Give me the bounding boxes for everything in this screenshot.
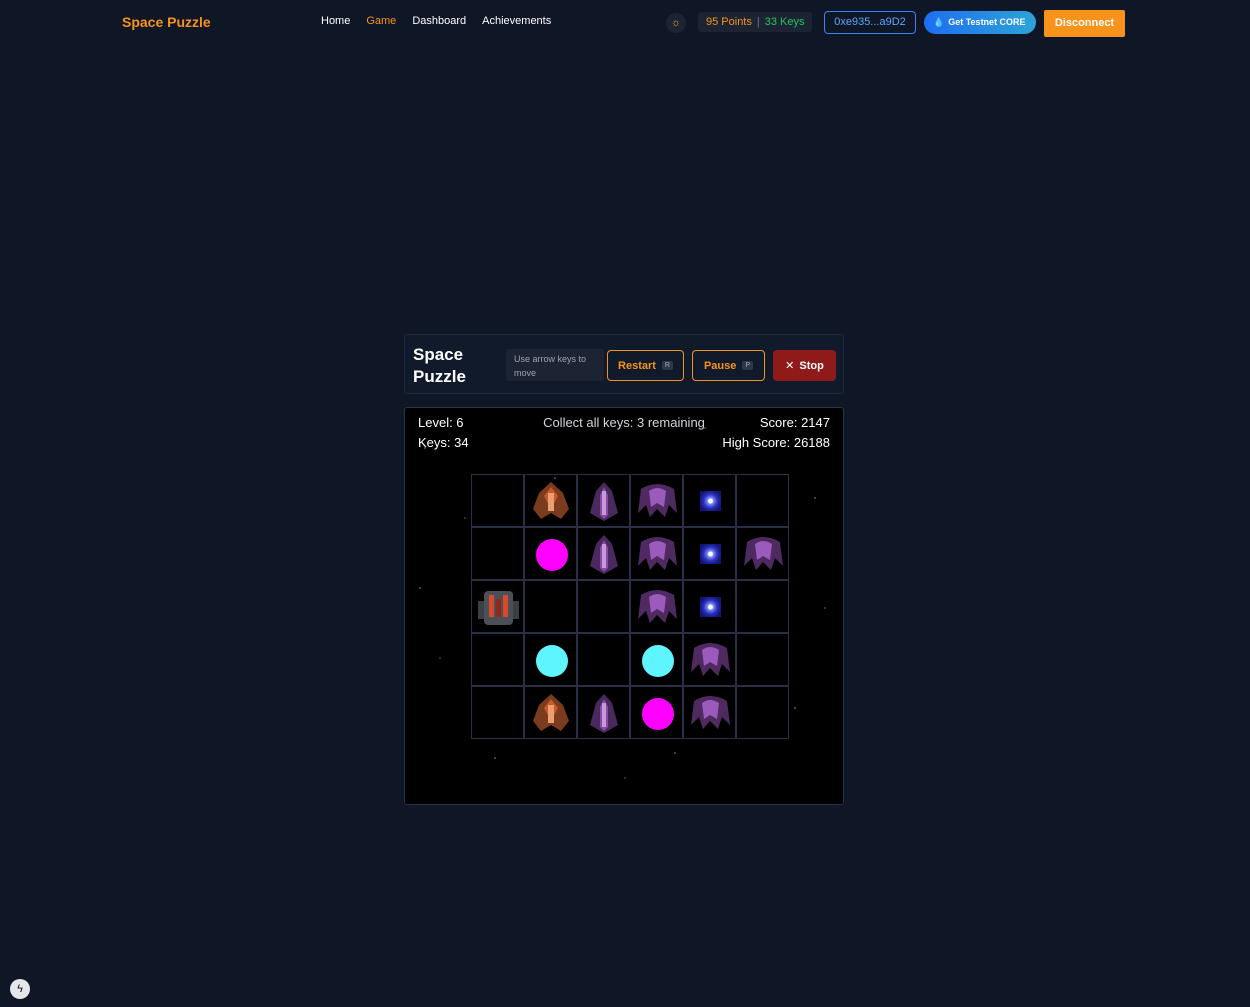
grid-cell — [524, 633, 577, 686]
grid-cell — [471, 527, 524, 580]
pause-button[interactable]: Pause P — [692, 350, 765, 381]
faucet-label: Get Testnet CORE — [948, 17, 1026, 27]
pause-shortcut: P — [742, 361, 754, 370]
restart-shortcut: R — [661, 361, 673, 370]
grid-cell — [577, 580, 630, 633]
purple-crab-icon — [688, 691, 733, 736]
restart-button[interactable]: Restart R — [607, 350, 684, 381]
grid-cell — [736, 580, 789, 633]
grid-cell — [577, 633, 630, 686]
red-ship-icon — [529, 479, 574, 524]
nav-home[interactable]: Home — [321, 15, 350, 27]
cyan-orb — [536, 645, 568, 677]
grid-cell — [577, 686, 630, 739]
grid-cell — [524, 580, 577, 633]
game-board[interactable]: Level: 6 Keys: 34 Collect all keys: 3 re… — [404, 407, 844, 805]
grid-cell — [683, 686, 736, 739]
purple-fighter-icon — [582, 479, 627, 524]
stop-label: Stop — [799, 359, 824, 372]
droplet-icon: 💧 — [933, 17, 945, 27]
grid-cell — [471, 474, 524, 527]
restart-label: Restart — [618, 359, 656, 372]
purple-crab-icon — [741, 532, 786, 577]
keys-count: 33 Keys — [764, 16, 805, 28]
grid-cell — [630, 527, 683, 580]
purple-crab-icon — [688, 638, 733, 683]
magenta-orb — [642, 698, 674, 730]
grid-cell — [630, 580, 683, 633]
grid-cell — [683, 580, 736, 633]
grid-cell — [524, 527, 577, 580]
purple-fighter-icon — [582, 532, 627, 577]
grid-cell — [471, 633, 524, 686]
purple-fighter-icon — [582, 691, 627, 736]
game-title: Space Puzzle — [413, 345, 466, 386]
grid-cell — [630, 686, 683, 739]
top-navbar: Space Puzzle Home Game Dashboard Achieve… — [0, 0, 1250, 46]
nav-dashboard[interactable]: Dashboard — [412, 15, 466, 27]
grid-cell — [630, 474, 683, 527]
main-nav: Home Game Dashboard Achievements — [321, 15, 551, 27]
points-count: 95 Points — [706, 16, 752, 28]
grid-cell — [524, 686, 577, 739]
hud-keys: Keys: 34 — [418, 435, 469, 450]
grid-cell — [683, 633, 736, 686]
stats-divider: | — [756, 16, 760, 28]
nav-achievements[interactable]: Achievements — [482, 15, 551, 27]
grid-cell — [471, 686, 524, 739]
puzzle-grid — [471, 474, 790, 740]
hud-high-score: High Score: 26188 — [722, 435, 830, 450]
magenta-orb — [536, 539, 568, 571]
grid-cell — [630, 633, 683, 686]
key-crystal-icon — [700, 597, 721, 617]
grid-cell — [736, 527, 789, 580]
grid-cell — [577, 474, 630, 527]
game-control-panel: Space Puzzle Use arrow keys to move Rest… — [404, 334, 844, 394]
grid-cell — [736, 686, 789, 739]
grid-cell — [736, 633, 789, 686]
grid-cell — [471, 580, 524, 633]
hud-score: Score: 2147 — [759, 415, 830, 430]
grid-cell — [683, 527, 736, 580]
close-icon: ✕ — [785, 360, 795, 372]
stop-button[interactable]: ✕ Stop — [773, 350, 836, 381]
purple-crab-icon — [635, 532, 680, 577]
grid-cell — [577, 527, 630, 580]
purple-crab-icon — [635, 479, 680, 524]
wallet-address-button[interactable]: 0xe935...a9D2 — [824, 11, 916, 34]
nav-game[interactable]: Game — [366, 15, 396, 27]
grid-cell — [524, 474, 577, 527]
cyan-orb — [642, 645, 674, 677]
player-ship-icon — [476, 585, 521, 630]
lightning-icon[interactable]: ϟ — [10, 979, 30, 999]
grid-cell — [736, 474, 789, 527]
key-crystal-icon — [700, 491, 721, 511]
pause-label: Pause — [703, 359, 737, 372]
key-crystal-icon — [700, 544, 721, 564]
theme-toggle-sun-icon[interactable]: ☼ — [666, 13, 686, 33]
brand-logo[interactable]: Space Puzzle — [122, 14, 211, 30]
disconnect-button[interactable]: Disconnect — [1044, 10, 1125, 37]
purple-crab-icon — [635, 585, 680, 630]
faucet-button[interactable]: 💧 Get Testnet CORE — [924, 11, 1036, 34]
player-stats-badge: 95 Points | 33 Keys — [698, 12, 813, 32]
controls-hint: Use arrow keys to move — [506, 349, 604, 381]
red-ship-icon — [529, 691, 574, 736]
grid-cell — [683, 474, 736, 527]
